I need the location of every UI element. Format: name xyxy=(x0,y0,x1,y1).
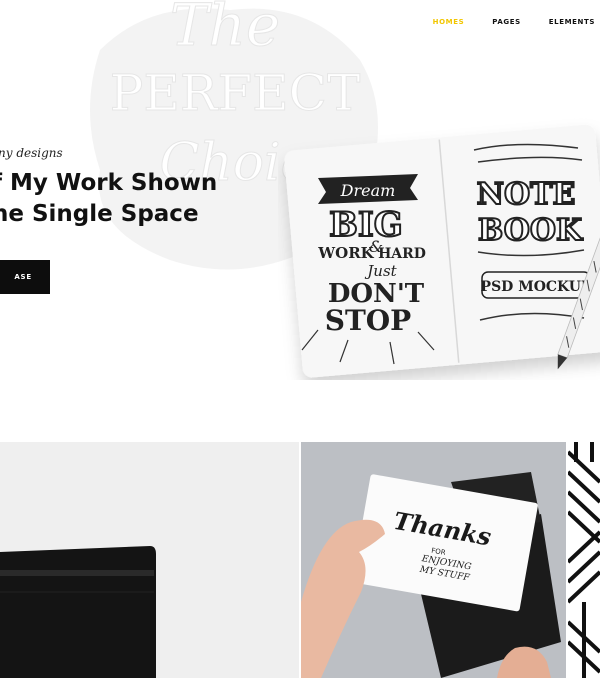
hero-section: The PERFECT Choice ny designs f My Work … xyxy=(0,0,600,440)
nav-item-pages[interactable]: PAGES xyxy=(492,18,520,26)
lettering-word-8: STOP xyxy=(325,304,412,337)
portfolio-tile-pattern[interactable] xyxy=(568,442,600,678)
lettering-word-10: BOOK xyxy=(478,213,583,248)
thanks-card-image: Thanks FOR ENJOYING MY STUFF xyxy=(301,472,561,678)
purchase-button[interactable]: ASE xyxy=(0,260,50,294)
black-pouch-image xyxy=(0,546,156,678)
hero-headline-line-1: f My Work Shown xyxy=(0,170,218,196)
portfolio-tile-pouch[interactable] xyxy=(0,442,299,678)
nav-item-homes[interactable]: HOMES xyxy=(433,18,465,26)
lettering-word-3: WORK xyxy=(317,244,374,262)
portfolio-grid: Thanks FOR ENJOYING MY STUFF xyxy=(0,442,600,678)
lettering-word-6: Just xyxy=(364,262,397,280)
lettering-word-9: NOTE xyxy=(477,177,576,212)
nav-item-elements[interactable]: ELEMENTS xyxy=(549,18,595,26)
lettering-word-2: BIG xyxy=(329,205,403,245)
watermark-word-1: The xyxy=(170,0,280,59)
lettering-word-5: HARD xyxy=(378,246,426,262)
lettering-word-1: Dream xyxy=(340,181,396,200)
hero-headline: f My Work Shown ne Single Space xyxy=(0,168,217,230)
lettering-word-11: PSD MOCKUP xyxy=(481,279,592,295)
main-nav: HOMES PAGES ELEMENTS xyxy=(405,15,600,29)
portfolio-tile-thanks-card[interactable]: Thanks FOR ENJOYING MY STUFF xyxy=(301,442,566,678)
hero-headline-line-2: ne Single Space xyxy=(0,201,199,227)
notebook-mockup-image: Dream BIG WORK & HARD Just DON'T STOP NO… xyxy=(284,124,600,378)
hero-eyebrow: ny designs xyxy=(0,146,63,160)
geometric-pattern-image xyxy=(568,442,600,678)
